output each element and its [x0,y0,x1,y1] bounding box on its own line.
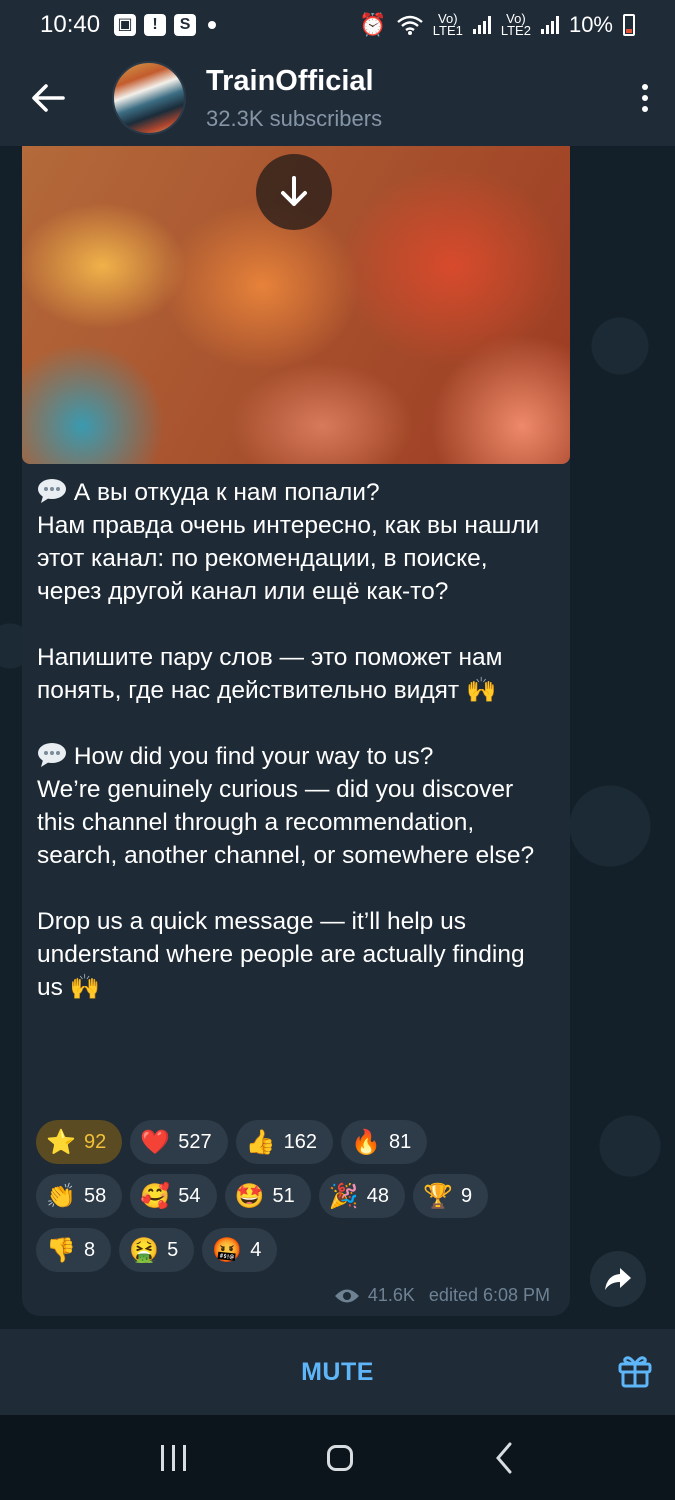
dot-icon [642,95,648,101]
dot-icon [642,84,648,90]
fire-icon: 🔥 [351,1128,381,1156]
speech-balloon-icon [38,743,66,767]
gallery-notification-icon: ▣ [114,14,137,36]
en-question: How did you find your way to us? [73,743,434,770]
trophy-icon: 🏆 [423,1182,453,1210]
cursing-face-icon: 🤬 [212,1236,243,1264]
smiling-face-hearts-icon: 🥰 [140,1182,171,1210]
thumbs-down-icon: 👎 [46,1236,76,1264]
download-button[interactable] [256,154,332,230]
party-popper-icon: 🎉 [328,1182,359,1210]
alert-notification-icon: ! [144,14,167,36]
system-navigation-bar [0,1415,675,1500]
sim1-signal-icon [472,16,491,34]
reaction-star[interactable]: ⭐ 92 [36,1120,123,1164]
view-count: 41.6K [367,1285,415,1305]
edited-time: edited 6:08 PM [428,1285,550,1305]
gift-icon[interactable] [617,1353,653,1389]
star-struck-icon: 🤩 [234,1182,265,1210]
more-notifications-dot-icon [208,21,217,29]
reaction-star-struck[interactable]: 🤩 51 [224,1174,311,1218]
reactions-panel: ⭐ 92 ❤️ 527 👍 162 🔥 81 👏 58 🥰 54 🤩 51 🎉 48 🏆 9 👎 8… [36,1120,566,1282]
reaction-clap[interactable]: 👏 58 [36,1174,123,1218]
reaction-smiling-face-hearts[interactable]: 🥰 54 [130,1174,217,1218]
bottom-action-bar: MUTE [0,1329,675,1415]
reaction-count: 58 [84,1184,107,1207]
reaction-thumbs-up[interactable]: 👍 162 [235,1120,333,1164]
reactions-row: 👏 58 🥰 54 🤩 51 🎉 48 🏆 9 [36,1174,566,1218]
alarm-icon: ⏰ [359,12,387,37]
heart-icon: ❤️ [140,1128,171,1156]
wifi-icon [396,15,423,35]
reaction-vomiting-face[interactable]: 🤮 5 [119,1228,195,1272]
ru-paragraph-2: Напишите пару слов — это поможет нам пон… [37,644,503,704]
reaction-count: 5 [167,1238,179,1261]
ru-question: А вы откуда к нам попали? [73,479,380,506]
reaction-cursing-face[interactable]: 🤬 4 [202,1228,278,1272]
post-media-preview[interactable] [22,146,570,464]
reaction-count: 81 [389,1130,412,1153]
recents-button[interactable] [160,1444,186,1471]
more-options-button[interactable] [615,50,675,146]
eye-icon [334,1289,359,1302]
reaction-thumbs-down[interactable]: 👎 8 [36,1228,112,1272]
back-button[interactable] [0,50,96,146]
channel-title-block[interactable]: TrainOfficial 32.3K subscribers [206,65,382,132]
channel-avatar[interactable] [112,61,186,135]
chat-area[interactable]: А вы откуда к нам попали? Нам правда оче… [0,146,675,1329]
battery-percent: 10% [568,12,613,37]
reaction-count: 4 [250,1238,262,1261]
sim2-signal-icon [540,16,559,34]
share-button[interactable] [590,1251,646,1307]
ru-paragraph-1: Нам правда очень интересно, как вы нашли… [37,512,540,605]
en-paragraph-2: Drop us a quick message — it’ll help us … [37,908,525,1001]
status-bar: 10:40 ▣ ! S ⏰ Vo) LTE1 Vo) LTE2 10% [0,0,675,50]
raising-hands-icon: 🙌 [465,677,497,704]
speech-balloon-icon [38,479,66,503]
forward-arrow-icon [605,1268,631,1290]
en-paragraph-1: We’re genuinely curious — did you discov… [37,776,535,869]
mute-button[interactable]: MUTE [301,1358,374,1387]
channel-name: TrainOfficial [206,64,374,97]
reaction-count: 51 [272,1184,295,1207]
reaction-party-popper[interactable]: 🎉 48 [318,1174,405,1218]
sim2-label: Vo) LTE2 [500,11,531,38]
subscriber-count: 32.3K subscribers [206,105,383,131]
reaction-heart[interactable]: ❤️ 527 [130,1120,228,1164]
reaction-trophy[interactable]: 🏆 9 [413,1174,489,1218]
arrow-down-icon [281,176,307,206]
clap-icon: 👏 [46,1182,76,1210]
reaction-count: 8 [84,1238,96,1261]
reactions-row: ⭐ 92 ❤️ 527 👍 162 🔥 81 [36,1120,566,1164]
reaction-count: 54 [178,1184,201,1207]
reactions-row: 👎 8 🤮 5 🤬 4 [36,1228,566,1272]
reaction-count: 92 [84,1130,107,1153]
reaction-count: 48 [366,1184,389,1207]
post-meta: 41.6K edited 6:08 PM [334,1285,550,1306]
arrow-left-icon [32,84,65,112]
home-button[interactable] [326,1444,353,1471]
channel-header: TrainOfficial 32.3K subscribers [0,50,675,146]
s-app-notification-icon: S [174,14,197,36]
post-text: А вы откуда к нам попали? Нам правда оче… [37,476,557,1004]
status-time: 10:40 [40,11,101,38]
reaction-count: 9 [461,1184,473,1207]
channel-post-bubble[interactable]: А вы откуда к нам попали? Нам правда оче… [22,146,570,1316]
reaction-count: 527 [178,1130,212,1153]
thumbs-up-icon: 👍 [245,1128,276,1156]
star-icon: ⭐ [46,1128,76,1156]
nav-back-button[interactable] [494,1442,514,1474]
dot-icon [642,106,648,112]
reaction-count: 162 [283,1130,317,1153]
battery-icon [623,14,635,36]
reaction-fire[interactable]: 🔥 81 [341,1120,428,1164]
raising-hands-icon: 🙌 [69,974,101,1001]
sim1-label: Vo) LTE1 [432,11,463,38]
vomiting-face-icon: 🤮 [129,1236,160,1264]
